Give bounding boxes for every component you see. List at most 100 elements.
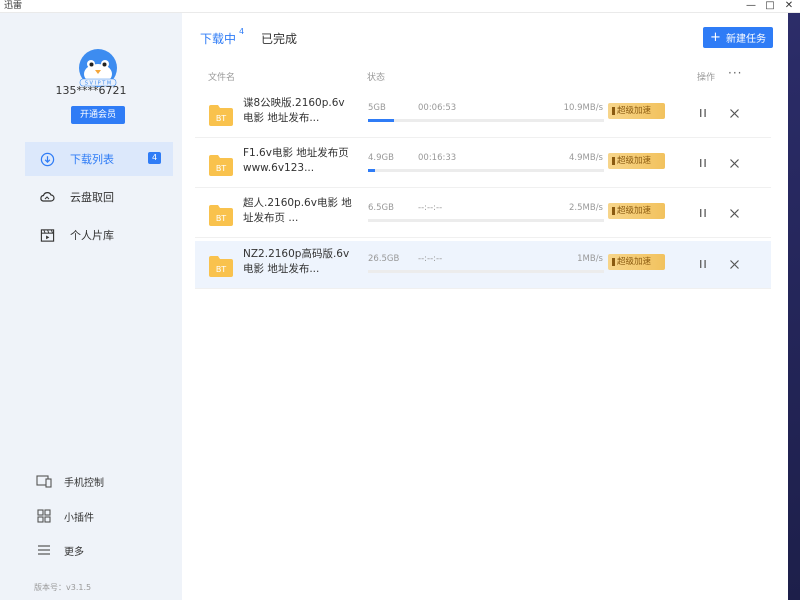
pause-button[interactable] — [696, 156, 710, 170]
svg-text:BT: BT — [216, 114, 226, 123]
pause-button[interactable] — [696, 206, 710, 220]
boost-icon — [612, 157, 615, 165]
tab-downloading[interactable]: 下载中4 — [200, 27, 245, 47]
bottom-item-label: 更多 — [64, 546, 84, 558]
file-size: 5GB — [368, 103, 386, 113]
progress-fill — [368, 119, 394, 122]
progress-bar — [368, 219, 604, 222]
file-size: 26.5GB — [368, 254, 400, 264]
avatar[interactable]: S V I P T M — [76, 43, 120, 89]
pause-button[interactable] — [696, 106, 710, 120]
tab-completed[interactable]: 已完成 — [261, 30, 297, 47]
boost-icon — [612, 107, 615, 115]
super-boost-button[interactable]: 超级加速 — [608, 254, 665, 270]
close-window-button[interactable]: ✕ — [784, 0, 794, 12]
progress-bar — [368, 119, 604, 122]
file-name: F1.6v电影 地址发布页 www.6v123... — [243, 147, 349, 174]
version-label: 版本号：v3.1.5 — [34, 583, 92, 592]
minimize-button[interactable]: — — [746, 0, 756, 12]
column-header-actions: 操作 — [697, 73, 716, 83]
phone-control-item[interactable]: 手机控制 — [36, 473, 104, 489]
pause-icon — [700, 159, 706, 167]
close-icon — [729, 158, 739, 168]
boost-icon — [612, 207, 615, 215]
file-name: 谍8公映版.2160p.6v电影 地址发布... — [243, 97, 345, 124]
delete-task-button[interactable] — [727, 106, 741, 120]
close-icon — [729, 259, 739, 269]
boost-label: 超级加速 — [617, 156, 652, 166]
main-panel: 下载中4 已完成 + 新建任务 文件名 状态 操作 ··· BT 谍8公映版.2… — [182, 13, 788, 600]
maximize-button[interactable]: □ — [765, 0, 775, 12]
pause-icon — [700, 209, 706, 217]
delete-task-button[interactable] — [727, 156, 741, 170]
download-circle-icon — [39, 151, 55, 167]
pause-button[interactable] — [696, 257, 710, 271]
tab-label: 下载中 — [200, 32, 237, 46]
download-row[interactable]: BT 超人.2160p.6v电影 地址发布页 ... 6.5GB --:--:-… — [195, 190, 771, 238]
progress-fill — [368, 169, 376, 172]
download-row[interactable]: BT 谍8公映版.2160p.6v电影 地址发布... 5GB 00:06:53… — [195, 90, 771, 138]
app-title: 迅雷 — [4, 1, 23, 11]
svg-text:BT: BT — [216, 265, 226, 274]
bottom-item-label: 手机控制 — [64, 477, 104, 489]
bt-folder-icon: BT — [209, 105, 233, 126]
new-task-button[interactable]: + 新建任务 — [703, 27, 773, 48]
tab-count: 4 — [239, 27, 245, 36]
svg-text:BT: BT — [216, 214, 226, 223]
app-window: 迅雷 — □ ✕ S V I P T M 135****6721 开通会员 下载… — [0, 0, 800, 600]
nav-item-cloud-retrieve[interactable]: 云盘取回 — [25, 180, 173, 214]
download-row[interactable]: BT NZ2.2160p高码版.6v电影 地址发布... 26.5GB --:-… — [195, 241, 771, 289]
column-header-status: 状态 — [367, 73, 386, 83]
time-remaining: --:--:-- — [418, 254, 443, 264]
delete-task-button[interactable] — [727, 206, 741, 220]
time-remaining: 00:06:53 — [418, 103, 457, 113]
sidebar: S V I P T M 135****6721 开通会员 下载列表 4 云盘取回… — [0, 13, 182, 600]
bt-folder-icon: BT — [209, 155, 233, 176]
bottom-item-label: 小插件 — [64, 512, 94, 524]
phone-control-icon — [36, 473, 52, 489]
close-icon — [729, 108, 739, 118]
delete-task-button[interactable] — [727, 257, 741, 271]
super-boost-button[interactable]: 超级加速 — [608, 103, 665, 119]
nav-label: 个人片库 — [70, 229, 114, 242]
cloud-icon — [39, 189, 55, 205]
column-header-filename: 文件名 — [208, 73, 236, 83]
new-task-label: 新建任务 — [725, 34, 766, 45]
download-speed: 1MB/s — [577, 254, 603, 264]
film-icon — [39, 227, 55, 243]
boost-label: 超级加速 — [617, 106, 652, 116]
bt-folder-icon: BT — [209, 256, 233, 277]
file-name: NZ2.2160p高码版.6v电影 地址发布... — [243, 248, 350, 275]
tab-label: 已完成 — [261, 32, 298, 46]
close-icon — [729, 208, 739, 218]
file-size: 4.9GB — [368, 153, 394, 163]
menu-icon — [36, 542, 52, 558]
time-remaining: 00:16:33 — [418, 153, 457, 163]
window-controls: — □ ✕ — [746, 0, 794, 12]
super-boost-button[interactable]: 超级加速 — [608, 153, 665, 169]
pause-icon — [700, 109, 706, 117]
boost-label: 超级加速 — [617, 206, 652, 216]
file-size: 6.5GB — [368, 203, 394, 213]
svg-text:BT: BT — [216, 164, 226, 173]
super-boost-button[interactable]: 超级加速 — [608, 203, 665, 219]
boost-label: 超级加速 — [617, 257, 652, 267]
file-name: 超人.2160p.6v电影 地址发布页 ... — [243, 197, 352, 224]
download-row[interactable]: BT F1.6v电影 地址发布页 www.6v123... 4.9GB 00:1… — [195, 140, 771, 188]
plugins-item[interactable]: 小插件 — [36, 508, 94, 524]
nav-label: 云盘取回 — [70, 191, 114, 204]
download-speed: 2.5MB/s — [569, 203, 603, 213]
nav-item-personal-library[interactable]: 个人片库 — [25, 218, 173, 252]
more-item[interactable]: 更多 — [36, 542, 84, 558]
bt-folder-icon: BT — [209, 205, 233, 226]
open-vip-button[interactable]: 开通会员 — [71, 106, 125, 124]
pause-icon — [700, 260, 706, 268]
more-options-icon[interactable]: ··· — [728, 66, 742, 80]
nav-label: 下载列表 — [70, 153, 114, 166]
download-speed: 10.9MB/s — [563, 103, 603, 113]
grid-icon — [36, 508, 52, 524]
nav-item-download-list[interactable]: 下载列表 4 — [25, 142, 173, 176]
boost-icon — [612, 258, 615, 266]
titlebar: 迅雷 — □ ✕ — [0, 0, 800, 13]
progress-bar — [368, 169, 604, 172]
